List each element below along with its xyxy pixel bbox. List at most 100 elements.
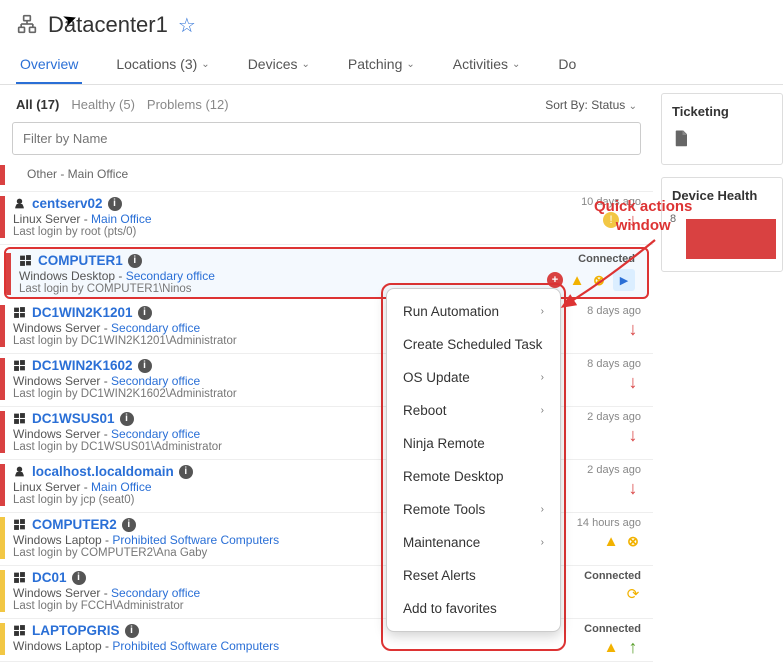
device-time: Connected bbox=[547, 253, 635, 265]
tab-devices[interactable]: Devices⌄ bbox=[244, 46, 314, 84]
tab-overview[interactable]: Overview bbox=[16, 46, 82, 84]
menu-create-scheduled-task[interactable]: Create Scheduled Task bbox=[387, 328, 560, 361]
annotation-label: Quick actions window bbox=[594, 198, 692, 236]
info-badge-icon[interactable]: i bbox=[122, 518, 136, 532]
device-type-loc: Windows Desktop - Secondary office bbox=[19, 269, 547, 283]
status-bar bbox=[0, 623, 5, 655]
device-time: 8 days ago bbox=[587, 305, 641, 317]
status-bar bbox=[0, 517, 5, 559]
blocked-icon: ⊗ bbox=[591, 272, 607, 288]
location-link[interactable]: Secondary office bbox=[111, 321, 200, 335]
device-time: 2 days ago bbox=[587, 464, 641, 476]
location-link[interactable]: Prohibited Software Computers bbox=[112, 639, 279, 653]
windows-icon bbox=[13, 571, 27, 584]
location-link[interactable]: Prohibited Software Computers bbox=[112, 533, 279, 547]
page-title: Datacenter1 bbox=[48, 12, 168, 38]
linux-icon bbox=[13, 197, 27, 210]
info-badge-icon[interactable]: i bbox=[138, 306, 152, 320]
chevron-right-icon: › bbox=[541, 537, 544, 548]
document-icon[interactable] bbox=[672, 133, 690, 153]
menu-maintenance[interactable]: Maintenance› bbox=[387, 526, 560, 559]
menu-reset-alerts[interactable]: Reset Alerts bbox=[387, 559, 560, 592]
status-bar bbox=[0, 570, 5, 612]
windows-icon bbox=[13, 624, 27, 637]
chevron-right-icon: › bbox=[541, 306, 544, 317]
tab-patching[interactable]: Patching⌄ bbox=[344, 46, 419, 84]
chevron-right-icon: › bbox=[541, 405, 544, 416]
favorite-star-icon[interactable]: ☆ bbox=[178, 13, 196, 38]
last-login: Last login by root (pts/0) bbox=[13, 226, 581, 238]
device-name[interactable]: COMPUTER2 bbox=[32, 517, 117, 532]
search-input[interactable] bbox=[12, 122, 641, 155]
device-name[interactable]: COMPUTER1 bbox=[38, 253, 123, 268]
offline-icon: ↓ bbox=[625, 480, 641, 496]
sync-icon: ⟳ bbox=[625, 586, 641, 602]
status-bar bbox=[0, 464, 5, 506]
info-badge-icon[interactable]: i bbox=[120, 412, 134, 426]
device-name[interactable]: DC1WIN2K1201 bbox=[32, 305, 133, 320]
offline-icon: ↓ bbox=[625, 427, 641, 443]
windows-icon bbox=[13, 306, 27, 319]
menu-ninja-remote[interactable]: Ninja Remote bbox=[387, 427, 560, 460]
info-badge-icon[interactable]: i bbox=[125, 624, 139, 638]
stub-row: Other - Main Office bbox=[13, 165, 128, 185]
menu-reboot[interactable]: Reboot› bbox=[387, 394, 560, 427]
chevron-down-icon: ⌄ bbox=[512, 59, 520, 70]
filter-problems[interactable]: Problems (12) bbox=[147, 97, 229, 112]
device-name[interactable]: DC1WIN2K1602 bbox=[32, 358, 133, 373]
device-row[interactable]: centserv02 iLinux Server - Main OfficeLas… bbox=[0, 192, 653, 245]
filter-all[interactable]: All (17) bbox=[16, 97, 59, 112]
status-bar bbox=[0, 196, 5, 238]
location-link[interactable]: Secondary office bbox=[111, 374, 200, 388]
quick-actions-menu: Run Automation›Create Scheduled TaskOS U… bbox=[386, 288, 561, 632]
menu-os-update[interactable]: OS Update› bbox=[387, 361, 560, 394]
play-button[interactable]: ▶ bbox=[613, 269, 635, 291]
info-badge-icon[interactable]: i bbox=[179, 465, 193, 479]
device-time: Connected bbox=[584, 623, 641, 635]
location-link[interactable]: Main Office bbox=[91, 212, 151, 226]
device-type-loc: Linux Server - Main Office bbox=[13, 212, 581, 226]
tab-activities[interactable]: Activities⌄ bbox=[449, 46, 525, 84]
windows-icon bbox=[13, 412, 27, 425]
chevron-right-icon: › bbox=[541, 372, 544, 383]
status-bar bbox=[6, 253, 11, 295]
device-time: Connected bbox=[584, 570, 641, 582]
org-tree-icon bbox=[16, 14, 38, 37]
menu-remote-desktop[interactable]: Remote Desktop bbox=[387, 460, 560, 493]
chevron-down-icon: ⌄ bbox=[201, 59, 209, 70]
location-link[interactable]: Main Office bbox=[91, 480, 151, 494]
info-badge-icon[interactable]: i bbox=[108, 197, 122, 211]
chevron-down-icon: ⌄ bbox=[629, 101, 637, 112]
info-badge-icon[interactable]: i bbox=[72, 571, 86, 585]
warning-icon: ▲ bbox=[569, 272, 585, 288]
location-link[interactable]: Secondary office bbox=[111, 586, 200, 600]
menu-remote-tools[interactable]: Remote Tools› bbox=[387, 493, 560, 526]
device-time: 8 days ago bbox=[587, 358, 641, 370]
tab-locations-[interactable]: Locations (3)⌄ bbox=[112, 46, 213, 84]
offline-icon: ↓ bbox=[625, 321, 641, 337]
warning-icon: ▲ bbox=[603, 639, 619, 655]
device-name[interactable]: centserv02 bbox=[32, 196, 103, 211]
tab-do[interactable]: Do bbox=[554, 46, 580, 84]
location-link[interactable]: Secondary office bbox=[126, 269, 215, 283]
windows-icon bbox=[13, 359, 27, 372]
status-bar bbox=[0, 305, 5, 347]
menu-run-automation[interactable]: Run Automation› bbox=[387, 295, 560, 328]
info-badge-icon[interactable]: i bbox=[128, 254, 142, 268]
device-time: 14 hours ago bbox=[577, 517, 641, 529]
sort-by[interactable]: Sort By: Status ⌄ bbox=[545, 98, 637, 112]
alert-plus-icon: + bbox=[547, 272, 563, 288]
device-name[interactable]: DC01 bbox=[32, 570, 67, 585]
menu-add-to-favorites[interactable]: Add to favorites bbox=[387, 592, 560, 625]
device-name[interactable]: LAPTOPGRIS bbox=[32, 623, 120, 638]
location-link[interactable]: Secondary office bbox=[111, 427, 200, 441]
info-badge-icon[interactable]: i bbox=[138, 359, 152, 373]
device-name[interactable]: DC1WSUS01 bbox=[32, 411, 115, 426]
status-bar bbox=[0, 358, 5, 400]
linux-icon bbox=[13, 465, 27, 478]
windows-icon bbox=[19, 254, 33, 267]
device-type-loc: Windows Laptop - Prohibited Software Com… bbox=[13, 639, 584, 653]
filter-healthy[interactable]: Healthy (5) bbox=[71, 97, 135, 112]
device-name[interactable]: localhost.localdomain bbox=[32, 464, 174, 479]
blocked-icon: ⊗ bbox=[625, 533, 641, 549]
